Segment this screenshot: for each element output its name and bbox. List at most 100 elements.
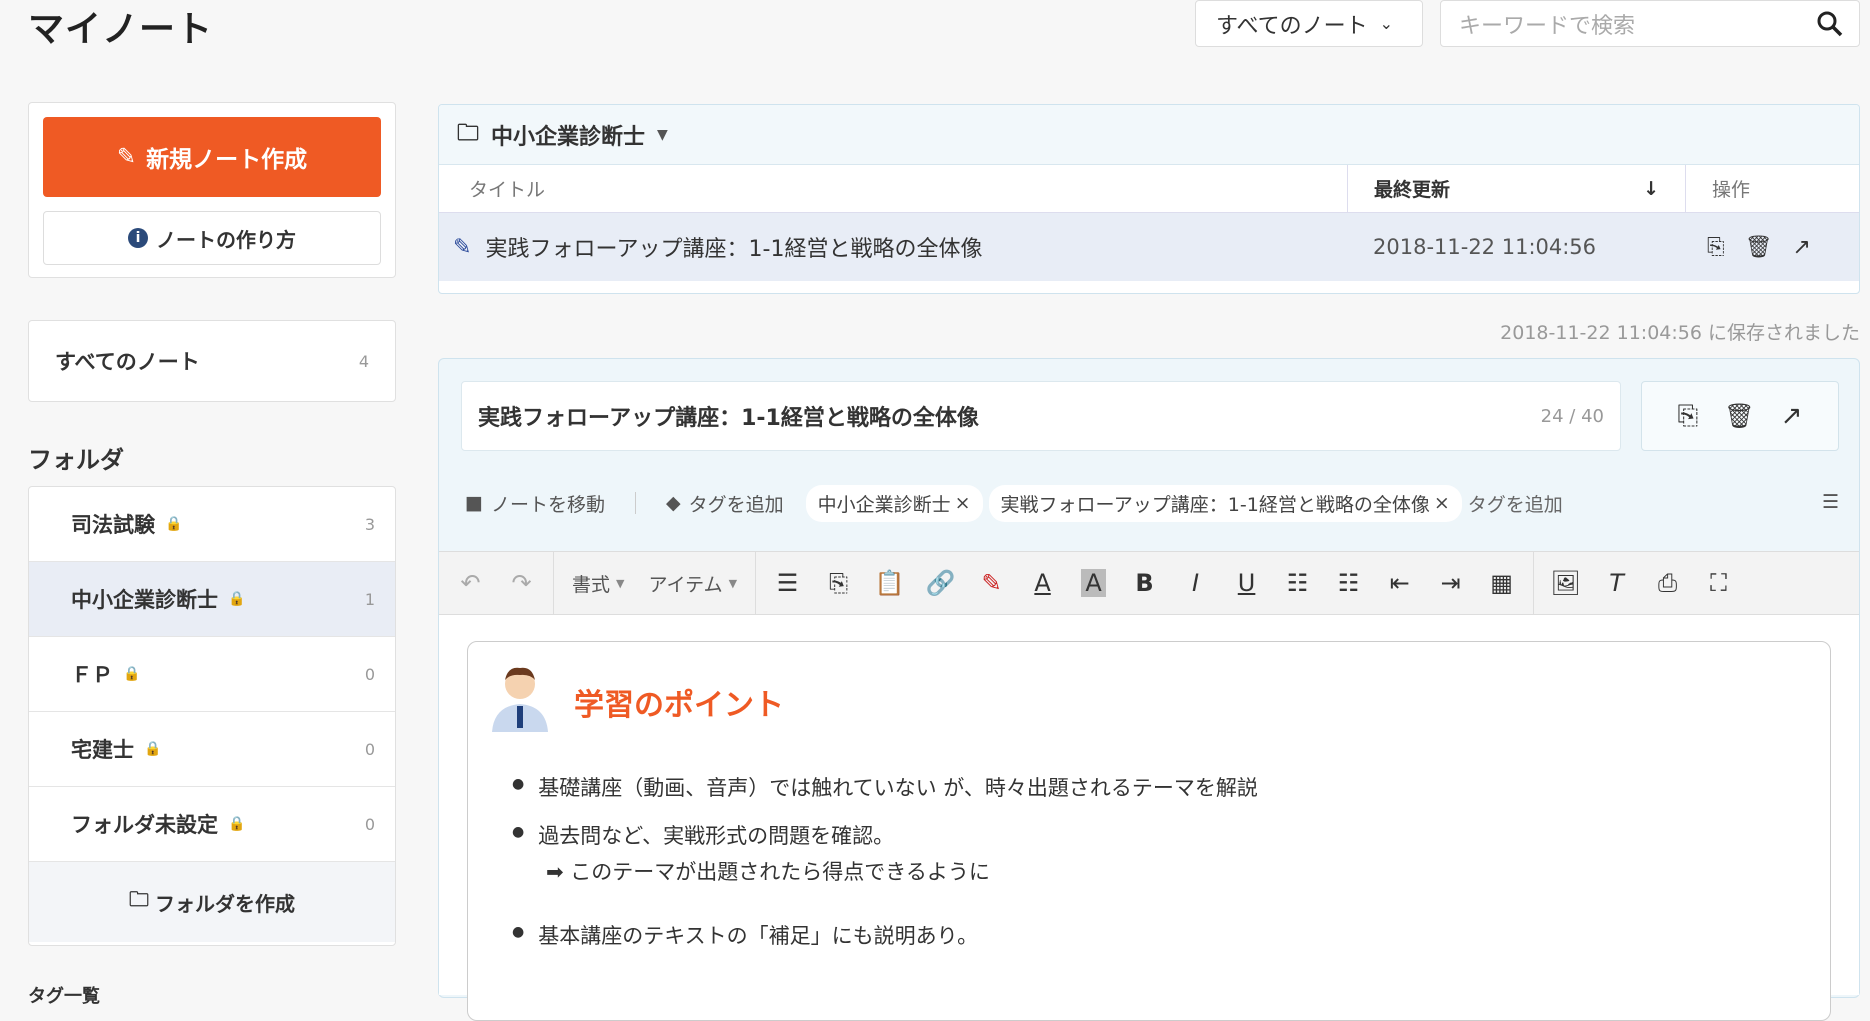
folder-item[interactable]: フォルダ未設定 🔒 0 — [29, 787, 395, 862]
col-title[interactable]: タイトル — [439, 165, 1347, 212]
note-title-input[interactable]: 実践フォローアップ講座：1-1経営と戦略の全体像 24 / 40 — [461, 381, 1621, 451]
all-notes-item[interactable]: すべてのノート 4 — [28, 320, 396, 402]
item-menu[interactable]: アイテム ▼ — [636, 570, 749, 597]
move-note-label: ノートを移動 — [490, 493, 605, 516]
lock-icon: 🔒 — [228, 816, 246, 832]
how-to-button[interactable]: i ノートの作り方 — [43, 211, 381, 265]
copy-icon[interactable]: ⎘ — [1707, 235, 1725, 260]
search-input[interactable]: キーワードで検索 — [1440, 0, 1860, 47]
bullet-text: 過去問など、実戦形式の問題を確認。 — [538, 824, 895, 848]
undo-icon[interactable]: ↶ — [445, 552, 496, 614]
add-tag-button[interactable]: ◆ タグを追加 — [666, 490, 784, 517]
pencil-icon: ✎ — [453, 234, 472, 260]
chevron-down-icon: ⌄ — [1379, 14, 1393, 33]
format-menu[interactable]: 書式 ▼ — [560, 570, 636, 597]
col-updated[interactable]: 最終更新 ↓ — [1347, 165, 1685, 212]
highlight-icon[interactable]: ✎ — [966, 552, 1017, 614]
bullet-list-icon[interactable]: ☷ — [1272, 552, 1323, 614]
link-icon[interactable]: 🔗 — [915, 552, 966, 614]
clear-format-icon[interactable]: T — [1591, 552, 1642, 614]
info-icon: i — [128, 228, 148, 248]
tag-label: 実戦フォローアップ講座：1-1経営と戦略の全体像 — [1000, 493, 1430, 516]
page-title: マイノート — [28, 9, 214, 50]
folder-count: 0 — [364, 664, 375, 684]
outdent-icon[interactable]: ⇤ — [1374, 552, 1425, 614]
copy-icon[interactable]: ⎘ — [813, 552, 864, 614]
folder-name: 中小企業診断士 — [71, 588, 218, 612]
search-icon[interactable] — [1815, 9, 1845, 39]
folder-item[interactable]: 宅建士 🔒 0 — [29, 712, 395, 787]
arrow-down-icon: ↓ — [1643, 177, 1659, 200]
list-icon[interactable]: ☰ — [1822, 491, 1839, 513]
point-heading: 学習のポイント — [574, 688, 784, 723]
format-label: 書式 — [572, 573, 611, 596]
folder-item[interactable]: ＦＰ 🔒 0 — [29, 637, 395, 712]
folder-count: 1 — [364, 589, 375, 609]
new-note-label: 新規ノート作成 — [146, 147, 308, 173]
tag-bar: ■ ノートを移動 ◆ タグを追加 中小企業診断士 × 実戦フォローアップ講座：1-1経… — [439, 471, 1859, 535]
folder-icon: ■ — [465, 492, 483, 514]
paste-icon[interactable]: 📋 — [864, 552, 915, 614]
bg-color-icon[interactable]: A — [1068, 552, 1119, 614]
table-icon[interactable]: ▦ — [1476, 552, 1527, 614]
point-box: 学習のポイント ● 基礎講座（動画、音声）では触れていない が、時々出題されるテー… — [467, 641, 1831, 1021]
editor-content[interactable]: 学習のポイント ● 基礎講座（動画、音声）では触れていない が、時々出題されるテー… — [439, 615, 1859, 1021]
folder-name: 宅建士 — [71, 738, 134, 762]
folder-header[interactable]: 🗀 中小企業診断士 ▼ — [439, 105, 1859, 165]
folder-header-name: 中小企業診断士 — [491, 124, 646, 150]
indent-icon[interactable]: ⇥ — [1425, 552, 1476, 614]
trash-icon[interactable]: 🗑 — [1745, 235, 1773, 260]
list-item: ● 基本講座のテキストの「補足」にも説明あり。 — [512, 920, 978, 950]
col-actions: 操作 — [1685, 165, 1859, 212]
align-icon[interactable]: ☰ — [762, 552, 813, 614]
caret-down-icon[interactable]: ▼ — [657, 127, 668, 143]
tag-icon: ◆ — [665, 492, 681, 514]
redo-icon[interactable]: ↷ — [496, 552, 547, 614]
new-note-button[interactable]: ✎ 新規ノート作成 — [43, 117, 381, 197]
font-color-icon[interactable]: A — [1017, 552, 1068, 614]
list-item: ● 過去問など、実戦形式の問題を確認。 — [512, 820, 894, 850]
bold-icon[interactable]: B — [1119, 552, 1170, 614]
item-label: アイテム — [648, 573, 723, 596]
folder-item[interactable]: 中小企業診断士 🔒 1 — [29, 562, 395, 637]
copy-icon[interactable]: ⎘ — [1677, 401, 1698, 432]
editor-toolbar: ↶ ↷ 書式 ▼ アイテム ▼ ☰ ⎘ 📋 🔗 ✎ A A B I U ☷ ☷ ⇤ ⇥ … — [439, 551, 1859, 615]
bullet-text: 基本講座のテキストの「補足」にも説明あり。 — [538, 924, 979, 948]
print-icon[interactable]: ⎙ — [1642, 552, 1693, 614]
edit-icon: ✎ — [116, 144, 137, 170]
folder-name: 司法試験 — [71, 513, 155, 537]
search-placeholder: キーワードで検索 — [1459, 13, 1636, 39]
image-icon[interactable]: 🖼 — [1540, 552, 1591, 614]
create-folder-button[interactable]: 🗀 フォルダを作成 — [29, 862, 395, 942]
folder-item[interactable]: 司法試験 🔒 3 — [29, 487, 395, 562]
all-notes-label: すべてのノート — [55, 350, 200, 374]
folder-list: 司法試験 🔒 3 中小企業診断士 🔒 1 ＦＰ 🔒 0 宅建士 🔒 0 フォルダ未設定 🔒 0 🗀 フ… — [28, 486, 396, 946]
external-link-icon[interactable]: ↗ — [1781, 401, 1803, 431]
filter-value: すべてのノート — [1216, 13, 1368, 39]
note-list-panel: 🗀 中小企業診断士 ▼ タイトル 最終更新 ↓ 操作 ✎ 実践フォローアップ講座：1-1… — [438, 104, 1860, 294]
underline-icon[interactable]: U — [1221, 552, 1272, 614]
tags-heading: タグ一覧 — [28, 986, 100, 1007]
note-filter-select[interactable]: すべてのノート ⌄ — [1195, 0, 1423, 47]
trash-icon[interactable]: 🗑 — [1724, 402, 1754, 430]
close-icon[interactable]: × — [1434, 492, 1450, 514]
tag-label: 中小企業診断士 — [817, 493, 951, 516]
tag-chip[interactable]: 実戦フォローアップ講座：1-1経営と戦略の全体像 × — [988, 484, 1462, 522]
note-actions-panel: ✎ 新規ノート作成 i ノートの作り方 — [28, 102, 396, 278]
tag-chip[interactable]: 中小企業診断士 × — [805, 484, 983, 522]
italic-icon[interactable]: I — [1170, 552, 1221, 614]
create-folder-label: フォルダを作成 — [155, 891, 295, 916]
close-icon[interactable]: × — [955, 492, 971, 514]
all-notes-count: 4 — [358, 351, 369, 371]
note-editor: 実践フォローアップ講座：1-1経営と戦略の全体像 24 / 40 ⎘ 🗑 ↗ ■ ノート… — [438, 358, 1860, 1021]
numbered-list-icon[interactable]: ☷ — [1323, 552, 1374, 614]
folder-icon: 🗀 — [457, 120, 480, 146]
external-link-icon[interactable]: ↗ — [1793, 235, 1811, 260]
lock-icon: 🔒 — [228, 591, 246, 607]
sub-text: ➡ このテーマが出題されたら得点できるように — [546, 860, 990, 884]
move-note-button[interactable]: ■ ノートを移動 — [465, 490, 605, 517]
table-header: タイトル 最終更新 ↓ 操作 — [439, 165, 1859, 213]
tag-input[interactable]: タグを追加 — [1468, 490, 1563, 517]
table-row[interactable]: ✎ 実践フォローアップ講座：1-1経営と戦略の全体像 2018-11-22 11:… — [439, 213, 1859, 281]
fullscreen-icon[interactable]: ⛶ — [1693, 552, 1744, 614]
